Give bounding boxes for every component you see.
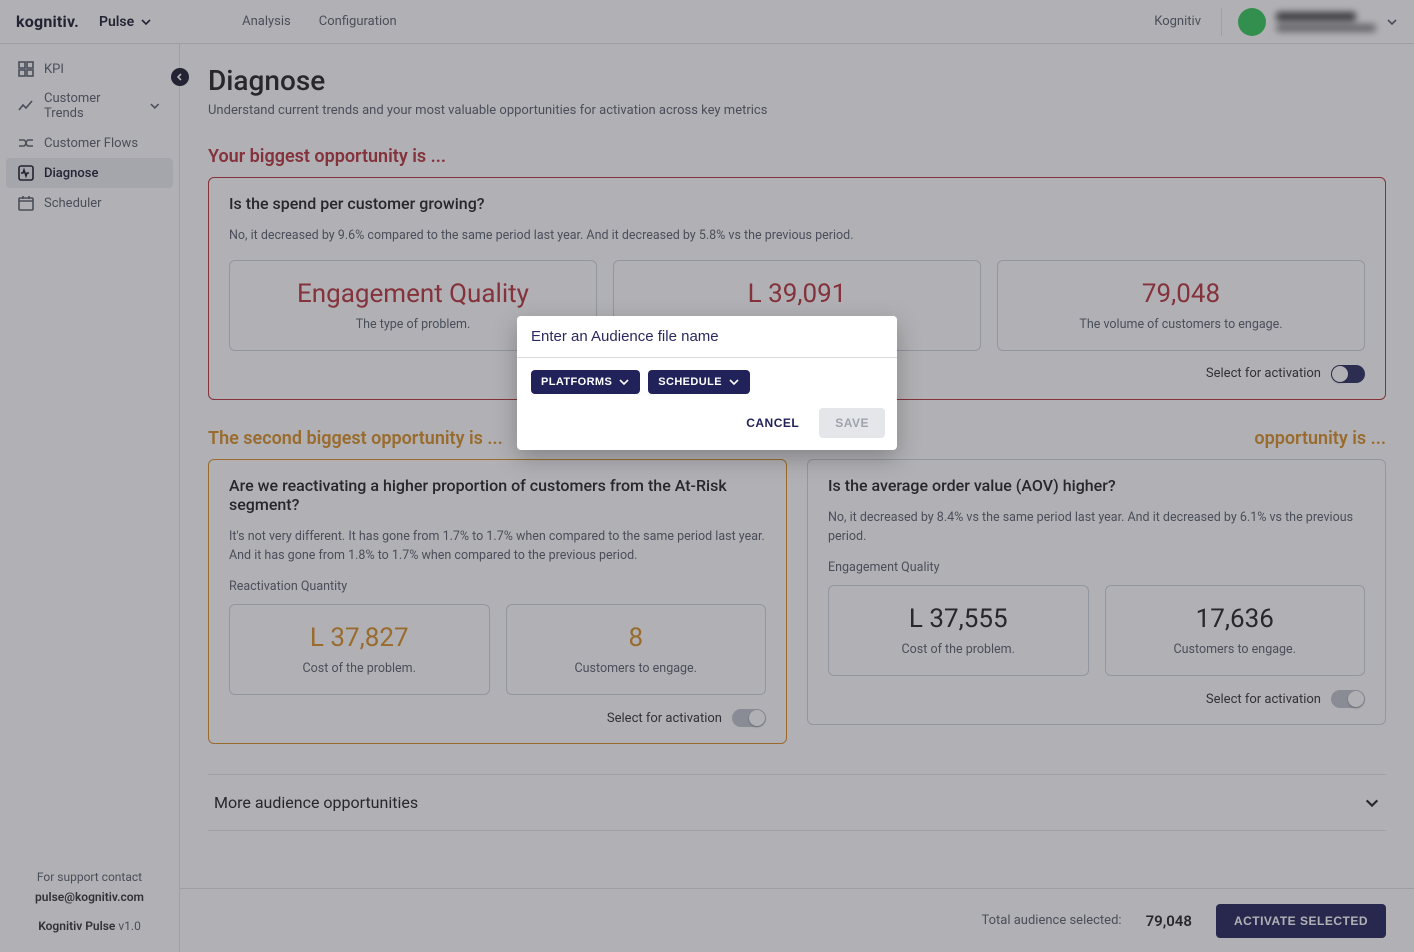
save-audience-modal: PLATFORMS SCHEDULE CANCEL SAVE — [517, 316, 897, 450]
save-button[interactable]: SAVE — [819, 408, 885, 438]
modal-overlay[interactable] — [0, 0, 1414, 952]
audience-filename-input[interactable] — [517, 316, 897, 358]
platforms-dropdown[interactable]: PLATFORMS — [531, 370, 640, 394]
chevron-down-icon — [728, 376, 740, 388]
chevron-down-icon — [618, 376, 630, 388]
schedule-dropdown[interactable]: SCHEDULE — [648, 370, 750, 394]
schedule-label: SCHEDULE — [658, 376, 722, 388]
platforms-label: PLATFORMS — [541, 376, 612, 388]
cancel-button[interactable]: CANCEL — [734, 408, 811, 438]
